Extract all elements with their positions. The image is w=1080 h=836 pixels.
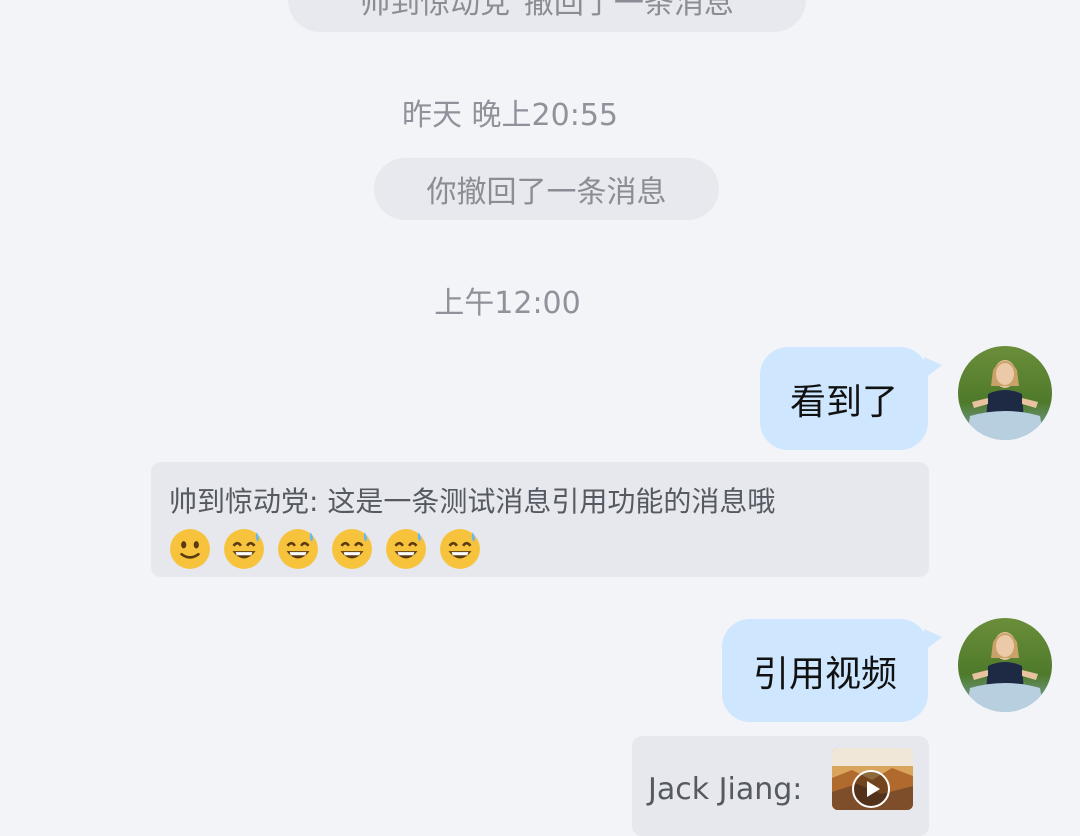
grinning-sweat-face-icon <box>223 529 264 569</box>
timestamp-noon: 上午12:00 <box>434 286 581 321</box>
avatar-photo <box>958 346 1052 440</box>
grinning-sweat-face-icon <box>331 529 372 569</box>
avatar[interactable] <box>958 346 1052 440</box>
quoted-message-1[interactable]: 帅到惊动党: 这是一条测试消息引用功能的消息哦 <box>151 462 929 577</box>
quoted-video-sender: Jack Jiang: <box>648 772 803 807</box>
bubble-tail <box>924 357 942 379</box>
bubble-tail <box>924 629 942 651</box>
chat-view: 帅到惊动党"撤回了一条消息 昨天 晚上20:55 你撤回了一条消息 上午12:0… <box>0 0 1080 836</box>
grinning-sweat-face-icon <box>385 529 426 569</box>
system-notice-recalled-text: 你撤回了一条消息 <box>426 175 667 210</box>
video-thumbnail[interactable] <box>832 748 913 810</box>
grinning-sweat-face-icon <box>439 529 480 569</box>
quoted-message-1-emojis <box>169 528 929 570</box>
avatar-photo <box>958 618 1052 712</box>
system-notice-top-text: 帅到惊动党"撤回了一条消息 <box>360 0 734 21</box>
outgoing-message-2-text: 引用视频 <box>752 653 897 695</box>
outgoing-message-1[interactable]: 看到了 <box>760 347 942 450</box>
system-notice-recalled: 你撤回了一条消息 <box>374 158 719 220</box>
grinning-sweat-face-icon <box>277 529 318 569</box>
play-icon[interactable] <box>852 770 890 808</box>
slightly-smiling-face-icon <box>170 529 210 569</box>
outgoing-message-2[interactable]: 引用视频 <box>722 619 942 722</box>
timestamp-yesterday: 昨天 晚上20:55 <box>402 98 618 133</box>
outgoing-message-1-text: 看到了 <box>789 381 898 423</box>
avatar[interactable] <box>958 618 1052 712</box>
quoted-message-1-text: 帅到惊动党: 这是一条测试消息引用功能的消息哦 <box>169 485 776 518</box>
quoted-video-message[interactable]: Jack Jiang: <box>632 736 929 836</box>
system-notice-top: 帅到惊动党"撤回了一条消息 <box>288 0 806 32</box>
